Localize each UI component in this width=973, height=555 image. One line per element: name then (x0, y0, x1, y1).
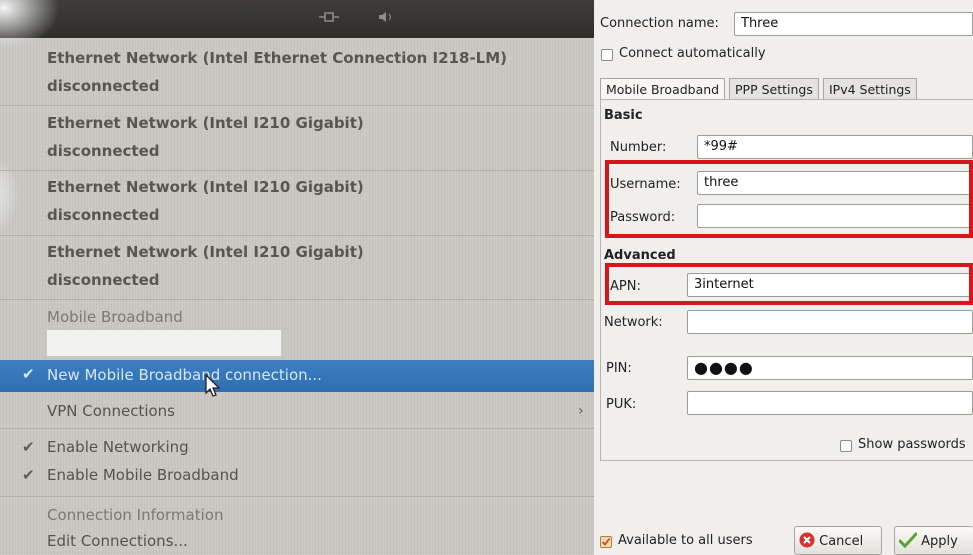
advanced-heading: Advanced (604, 248, 676, 263)
volume-icon[interactable] (378, 10, 396, 28)
check-icon: ✔ (22, 365, 35, 383)
separator (0, 496, 594, 497)
network-label: Network: (604, 315, 663, 330)
ethernet-item-3-status: disconnected (47, 206, 160, 224)
submenu-arrow-icon: › (578, 403, 584, 419)
new-mobile-broadband-item[interactable]: ✔ New Mobile Broadband connection... (0, 360, 594, 392)
separator (0, 170, 594, 171)
ethernet-item-4-status: disconnected (47, 271, 160, 289)
new-mobile-broadband-label: New Mobile Broadband connection... (47, 366, 322, 384)
ethernet-item-2-title[interactable]: Ethernet Network (Intel I210 Gigabit) (47, 114, 364, 132)
apply-button[interactable]: Apply (894, 526, 973, 555)
connection-name-label: Connection name: (600, 16, 719, 31)
ethernet-item-1-title[interactable]: Ethernet Network (Intel Ethernet Connect… (47, 49, 507, 67)
ethernet-item-3-title[interactable]: Ethernet Network (Intel I210 Gigabit) (47, 178, 364, 196)
enable-networking-item[interactable]: Enable Networking (47, 438, 189, 456)
tab-ppp-settings[interactable]: PPP Settings (729, 78, 819, 100)
mobile-broadband-header: Mobile Broadband (47, 308, 183, 326)
redacted-entry (47, 330, 281, 356)
basic-heading: Basic (604, 108, 643, 123)
check-icon: ✔ (22, 466, 35, 484)
pin-label: PIN: (606, 361, 632, 376)
puk-label: PUK: (606, 397, 637, 412)
pin-input[interactable]: ●●●● (687, 356, 973, 380)
connection-name-input[interactable]: Three (734, 12, 973, 36)
show-passwords-checkbox[interactable] (840, 440, 852, 452)
mouse-cursor-icon (205, 373, 221, 402)
separator (0, 428, 594, 429)
cancel-icon (799, 532, 815, 552)
ethernet-item-4-title[interactable]: Ethernet Network (Intel I210 Gigabit) (47, 243, 364, 261)
available-to-all-label: Available to all users (618, 533, 753, 548)
checkmark-icon (898, 532, 918, 552)
connection-information-item: Connection Information (47, 506, 224, 524)
tab-ipv4-settings[interactable]: IPv4 Settings (823, 78, 917, 100)
network-menu-photo: Ethernet Network (Intel Ethernet Connect… (0, 0, 594, 555)
ethernet-item-1-status: disconnected (47, 77, 160, 95)
annotation-highlight-box (605, 263, 973, 305)
tab-mobile-broadband[interactable]: Mobile Broadband (600, 78, 726, 100)
connect-automatically-checkbox[interactable] (601, 49, 613, 61)
number-input[interactable]: *99# (697, 135, 973, 159)
number-label: Number: (610, 140, 667, 155)
enable-mobile-broadband-item[interactable]: Enable Mobile Broadband (47, 466, 239, 484)
connection-editor: Connection name: Three Connect automatic… (594, 0, 973, 555)
vpn-connections-item[interactable]: VPN Connections (47, 402, 175, 420)
puk-input[interactable] (687, 391, 973, 415)
connect-automatically-label: Connect automatically (619, 46, 766, 61)
network-icon[interactable] (318, 10, 340, 28)
edit-connections-item[interactable]: Edit Connections... (47, 532, 188, 550)
separator (0, 105, 594, 106)
ethernet-item-2-status: disconnected (47, 142, 160, 160)
cancel-button-label: Cancel (819, 534, 864, 549)
screen-glare (0, 150, 20, 240)
show-passwords-label: Show passwords (858, 437, 966, 452)
separator (0, 299, 594, 300)
cancel-button[interactable]: Cancel (794, 526, 882, 555)
top-panel-bar (0, 0, 594, 38)
apply-button-label: Apply (921, 534, 958, 549)
check-icon: ✔ (22, 438, 35, 456)
available-to-all-checkbox[interactable] (600, 536, 612, 548)
annotation-highlight-box (605, 160, 973, 238)
network-input[interactable] (687, 310, 973, 334)
separator (0, 235, 594, 236)
